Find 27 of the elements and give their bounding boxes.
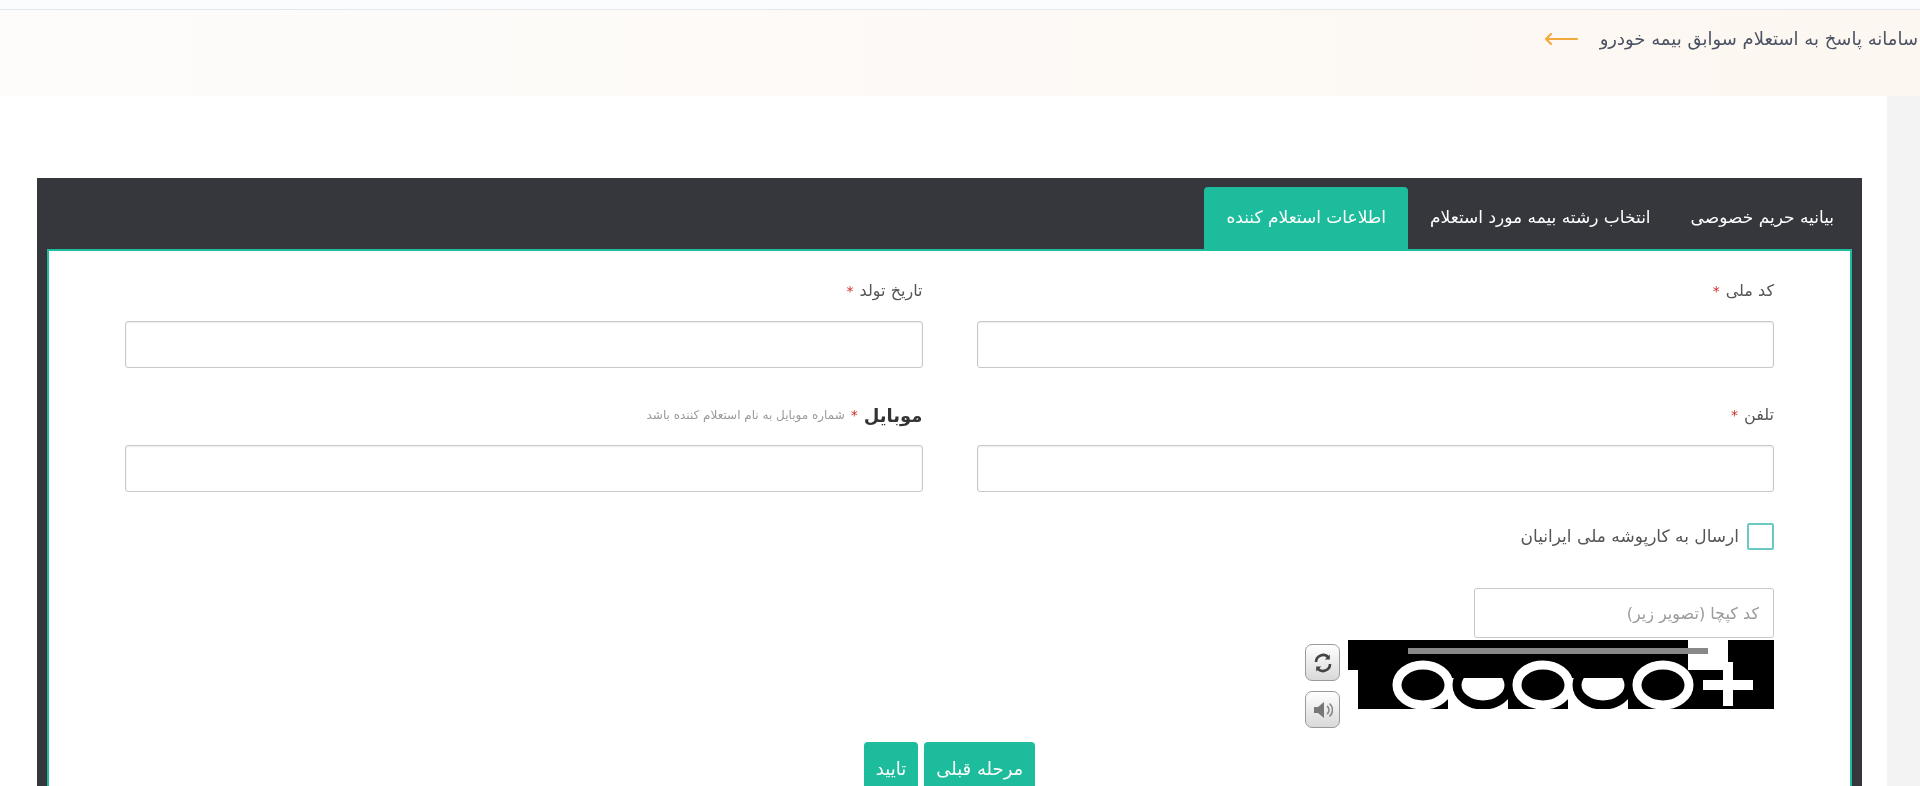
tab[interactable]: انتخاب رشته بیمه مورد استعلام <box>1412 187 1669 249</box>
form-button[interactable]: تایید <box>863 742 919 786</box>
field-label: کد ملی <box>1725 280 1774 302</box>
refresh-button[interactable] <box>1305 644 1340 681</box>
checkbox[interactable] <box>1747 523 1774 550</box>
arrow-left-icon <box>1543 33 1578 45</box>
required-asterisk: * <box>1712 281 1720 301</box>
checkbox-label: ارسال به کارپوشه ملی ایرانیان <box>1520 524 1739 549</box>
input-field[interactable] <box>976 321 1774 368</box>
audio-button[interactable] <box>1305 691 1340 728</box>
page-title: سامانه پاسخ به استعلام سوابق بیمه خودرو <box>1599 27 1918 52</box>
input-field[interactable] <box>125 321 923 368</box>
captcha-field[interactable]: کد کپچا (تصویر زیر) <box>1474 588 1774 638</box>
field-label: موبایل <box>863 403 923 429</box>
input-field[interactable] <box>125 445 923 492</box>
required-asterisk: * <box>850 405 858 425</box>
required-asterisk: * <box>846 281 854 301</box>
tab[interactable]: بیانیه حریم خصوصی <box>1672 187 1852 249</box>
required-asterisk: * <box>1730 405 1738 425</box>
speaker-icon <box>1312 700 1333 719</box>
refresh-icon <box>1312 652 1333 673</box>
form-button[interactable]: مرحله قبلی <box>924 742 1036 786</box>
field-label: تاریخ تولد <box>859 280 923 303</box>
field-hint: شماره موبایل به نام استعلام کننده باشد <box>646 407 845 424</box>
input-field[interactable] <box>976 445 1774 492</box>
field-label: تلفن <box>1743 404 1774 427</box>
tab[interactable]: اطلاعات استعلام کننده <box>1204 187 1409 249</box>
